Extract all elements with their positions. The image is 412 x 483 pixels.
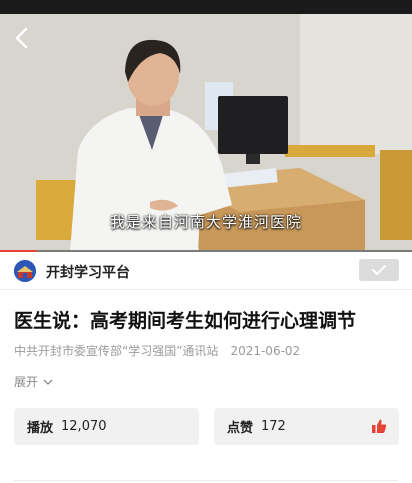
expand-label: 展开 (14, 375, 39, 389)
thumbs-up-icon (372, 419, 387, 433)
article-meta: 中共开封市委宣传部“学习强国”通讯站 2021-06-02 (14, 342, 300, 359)
back-button[interactable] (6, 22, 38, 54)
likes-count: 172 (261, 419, 286, 434)
article-title: 医生说：高考期间考生如何进行心理调节 (14, 310, 357, 332)
video-subtitle: 我是来自河南大学淮河医院 (109, 213, 302, 231)
channel-name[interactable]: 开封学习平台 (46, 262, 130, 282)
likes-label: 点赞 (227, 421, 254, 436)
check-icon (372, 265, 386, 275)
plays-stat: 播放 12,070 (14, 408, 199, 445)
channel-bar: 开封学习平台 (0, 252, 412, 290)
divider (14, 480, 398, 481)
article-source: 中共开封市委宣传部“学习强国”通讯站 (14, 344, 219, 358)
video-player[interactable]: 我是来自河南大学淮河医院 (0, 0, 412, 252)
plays-count: 12,070 (61, 419, 107, 434)
plays-label: 播放 (27, 421, 54, 436)
article-date: 2021-06-02 (230, 344, 301, 358)
chevron-down-icon (43, 379, 53, 385)
like-button[interactable]: 点赞 172 (214, 408, 399, 445)
channel-avatar[interactable] (14, 260, 36, 282)
channel-logo-icon (14, 260, 36, 282)
expand-button[interactable]: 展开 (14, 373, 53, 390)
follow-button[interactable] (359, 259, 399, 281)
chevron-left-icon (15, 27, 28, 49)
